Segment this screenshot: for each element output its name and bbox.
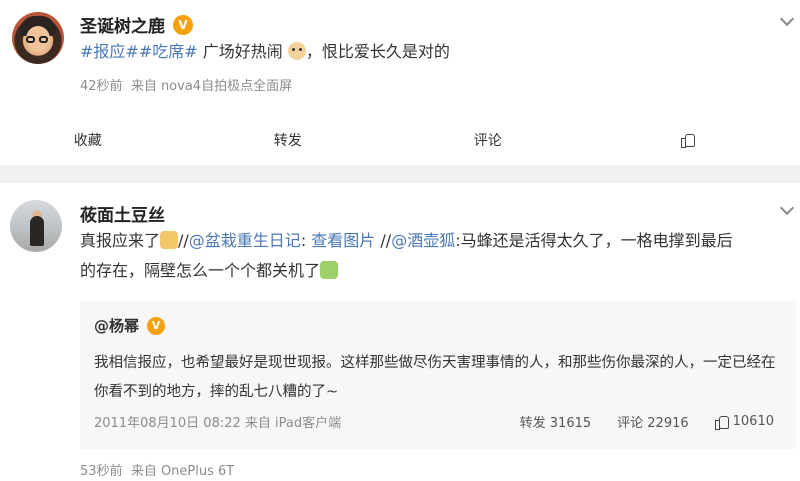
topic-link[interactable]: #吃席# xyxy=(139,42,198,61)
post-text: #报应##吃席# 广场好热闹 ，恨比爱长久是对的 xyxy=(80,42,450,61)
avatar[interactable] xyxy=(10,200,62,252)
quoted-username[interactable]: @杨幂 xyxy=(94,315,139,336)
like-button[interactable] xyxy=(576,133,800,148)
favorite-button[interactable]: 收藏 xyxy=(0,130,176,150)
feed-divider xyxy=(0,165,800,183)
pray-emoji-icon xyxy=(160,231,179,249)
post-actions: 收藏 转发 评论 xyxy=(0,120,800,160)
quoted-like[interactable]: 10610 xyxy=(714,414,774,430)
post-text: 真报应来了//@盆栽重生日记: 查看图片 //@酒壶狐:马蜂还是活得太久了，一格… xyxy=(80,231,733,280)
repost-button[interactable]: 转发 xyxy=(176,130,400,150)
quoted-post[interactable]: @杨幂 V 我相信报应，也希望最好是现世现报。这样那些做尽伤天害理事情的人，和那… xyxy=(80,301,796,449)
facepalm-emoji-icon xyxy=(320,261,339,279)
chevron-down-icon[interactable] xyxy=(780,14,794,28)
post-time[interactable]: 53秒前 xyxy=(80,464,123,479)
username[interactable]: 莜面土豆丝 xyxy=(80,201,165,226)
topic-link[interactable]: #报应# xyxy=(80,42,139,61)
post-author[interactable]: 莜面土豆丝 xyxy=(80,201,165,226)
post-source: 来自 nova4自拍极点全面屏 xyxy=(130,79,293,94)
quoted-text: 我相信报应，也希望最好是现世现报。这样那些做尽伤天害理事情的人，和那些伤你最深的… xyxy=(94,355,776,400)
username[interactable]: 圣诞树之鹿 xyxy=(80,12,165,37)
doge-emoji-icon xyxy=(287,42,306,60)
weibo-post-1: 圣诞树之鹿 V #报应##吃席# 广场好热闹 ，恨比爱长久是对的 42秒前 来自… xyxy=(0,0,800,165)
avatar[interactable] xyxy=(12,12,64,64)
post-meta: 42秒前 来自 nova4自拍极点全面屏 xyxy=(80,75,292,94)
post-time[interactable]: 42秒前 xyxy=(80,79,123,94)
quoted-comment-count[interactable]: 评论 22916 xyxy=(617,412,689,431)
mention-link[interactable]: @酒壶狐 xyxy=(391,231,455,250)
chevron-down-icon[interactable] xyxy=(780,203,794,217)
quoted-repost-count[interactable]: 转发 31615 xyxy=(520,412,592,431)
quoted-author[interactable]: @杨幂 V xyxy=(94,315,166,336)
vip-badge-icon: V xyxy=(173,14,193,35)
quoted-meta: 2011年08月10日 08:22 来自 iPad客户端 xyxy=(94,416,342,431)
vip-badge-icon: V xyxy=(147,316,166,335)
thumbs-up-icon xyxy=(680,133,695,148)
post-source: 来自 OnePlus 6T xyxy=(130,464,235,479)
thumbs-up-icon xyxy=(714,415,729,430)
post-meta: 53秒前 来自 OnePlus 6T xyxy=(80,460,234,479)
post-author[interactable]: 圣诞树之鹿 V xyxy=(80,12,193,37)
quoted-stats: 转发 31615 评论 22916 10610 xyxy=(520,412,774,431)
view-image-link[interactable]: 查看图片 xyxy=(311,231,375,250)
quoted-like-count: 10610 xyxy=(732,414,774,429)
comment-button[interactable]: 评论 xyxy=(400,130,576,150)
mention-link[interactable]: @盆栽重生日记 xyxy=(189,231,301,250)
